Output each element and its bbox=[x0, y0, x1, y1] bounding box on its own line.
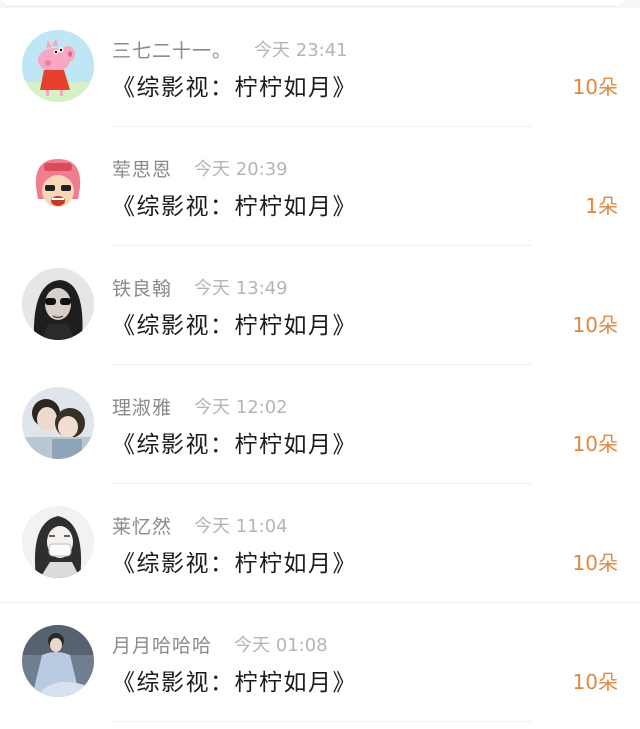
list-item[interactable]: 理淑雅 今天 12:02 《综影视：柠柠如月》 10朵 bbox=[0, 365, 640, 484]
sunglasses-portrait-avatar[interactable] bbox=[22, 268, 94, 340]
timestamp: 今天 01:08 bbox=[234, 635, 328, 656]
timestamp: 今天 20:39 bbox=[194, 159, 288, 180]
top-card-edge bbox=[0, 0, 640, 8]
gift-record-list: 三七二十一。 今天 23:41 《综影视：柠柠如月》 10朵 荤思恩 今天 20… bbox=[0, 8, 640, 729]
book-title[interactable]: 《综影视：柠柠如月》 bbox=[112, 544, 357, 578]
book-title[interactable]: 《综影视：柠柠如月》 bbox=[112, 187, 357, 221]
couple-photo-avatar[interactable] bbox=[22, 387, 94, 459]
book-title[interactable]: 《综影视：柠柠如月》 bbox=[112, 425, 357, 459]
user-name[interactable]: 理淑雅 bbox=[112, 393, 172, 420]
book-title[interactable]: 《综影视：柠柠如月》 bbox=[112, 306, 357, 340]
row-divider bbox=[112, 721, 532, 722]
user-name[interactable]: 铁良翰 bbox=[112, 274, 172, 301]
pink-hair-cartoon-avatar[interactable] bbox=[22, 149, 94, 221]
blue-dress-portrait-avatar[interactable] bbox=[22, 625, 94, 697]
flower-count: 10朵 bbox=[572, 313, 618, 337]
book-title[interactable]: 《综影视：柠柠如月》 bbox=[112, 68, 357, 102]
timestamp: 今天 11:04 bbox=[194, 516, 288, 537]
flower-count: 10朵 bbox=[572, 551, 618, 575]
user-name[interactable]: 莱忆然 bbox=[112, 512, 172, 539]
flower-count: 10朵 bbox=[572, 75, 618, 99]
peppa-pig-avatar[interactable] bbox=[22, 30, 94, 102]
list-item[interactable]: 莱忆然 今天 11:04 《综影视：柠柠如月》 10朵 bbox=[0, 484, 640, 603]
timestamp: 今天 13:49 bbox=[194, 278, 288, 299]
list-item[interactable]: 三七二十一。 今天 23:41 《综影视：柠柠如月》 10朵 bbox=[0, 8, 640, 127]
user-name[interactable]: 三七二十一。 bbox=[112, 36, 232, 63]
flower-count: 1朵 bbox=[585, 194, 618, 218]
user-name[interactable]: 月月哈哈哈 bbox=[112, 631, 212, 658]
list-item[interactable]: 铁良翰 今天 13:49 《综影视：柠柠如月》 10朵 bbox=[0, 246, 640, 365]
list-item[interactable]: 月月哈哈哈 今天 01:08 《综影视：柠柠如月》 10朵 bbox=[0, 603, 640, 722]
list-item[interactable]: 荤思恩 今天 20:39 《综影视：柠柠如月》 1朵 bbox=[0, 127, 640, 246]
timestamp: 今天 12:02 bbox=[194, 397, 288, 418]
masked-girl-sketch-avatar[interactable] bbox=[22, 506, 94, 578]
book-title[interactable]: 《综影视：柠柠如月》 bbox=[112, 663, 357, 697]
flower-count: 10朵 bbox=[572, 670, 618, 694]
user-name[interactable]: 荤思恩 bbox=[112, 155, 172, 182]
timestamp: 今天 23:41 bbox=[254, 40, 348, 61]
flower-count: 10朵 bbox=[572, 432, 618, 456]
